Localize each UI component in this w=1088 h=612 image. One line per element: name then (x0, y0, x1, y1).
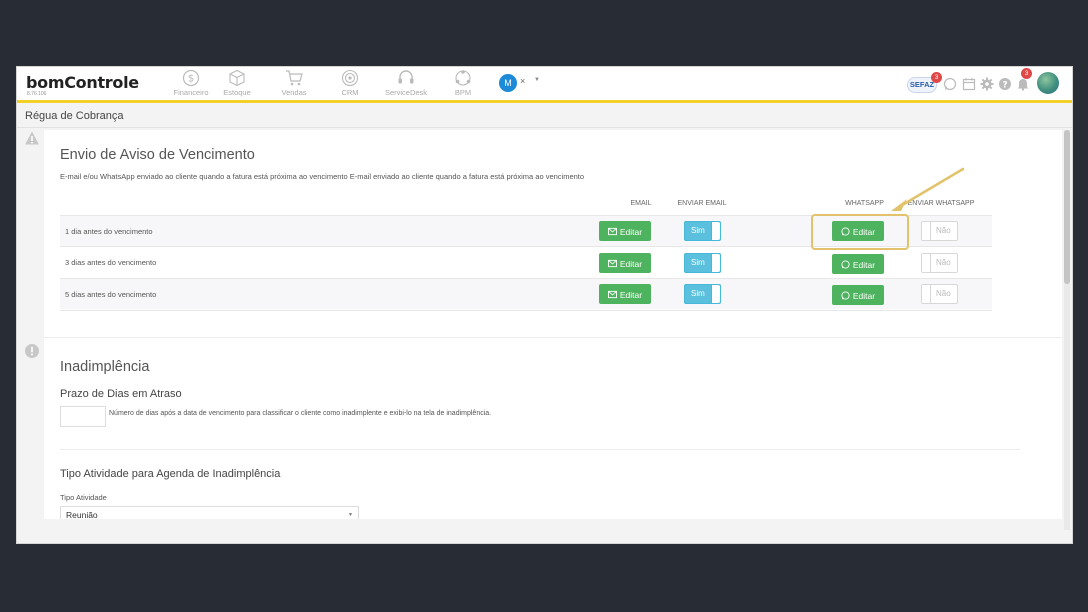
subsection-divider (60, 449, 1020, 450)
nav-estoque[interactable]: Estoque (207, 69, 267, 97)
enviar-whatsapp-toggle[interactable]: Não (921, 253, 958, 273)
page-header: Régua de Cobrança (17, 106, 1072, 128)
col-header-email: EMAIL (630, 200, 652, 207)
workflow-icon (455, 70, 471, 86)
app-version: 8.76.106 (27, 91, 47, 97)
app-logo[interactable]: bomControle (26, 73, 139, 92)
nav-servicedesk[interactable]: ServiceDesk (376, 69, 436, 97)
nav-vendas[interactable]: Vendas (264, 69, 324, 97)
chevron-down-icon: ▼ (348, 512, 353, 518)
box-icon (229, 69, 245, 87)
nav-crm[interactable]: CRM (320, 69, 380, 97)
bell-icon[interactable] (1016, 77, 1030, 91)
company-avatar[interactable]: M (499, 74, 517, 92)
tipo-atividade-label: Tipo Atividade (60, 493, 107, 502)
enviar-email-toggle[interactable]: Sim (684, 253, 721, 273)
headset-icon (398, 70, 414, 84)
cart-icon (286, 70, 303, 86)
row-label: 1 dia antes do vencimento (65, 227, 153, 236)
col-header-whatsapp: WHATSAPP (845, 200, 884, 207)
edit-whatsapp-button[interactable]: Editar (832, 285, 884, 305)
edit-email-button[interactable]: Editar (599, 221, 651, 241)
envelope-icon (607, 291, 617, 299)
prazo-dias-input[interactable] (60, 406, 106, 427)
edit-email-button[interactable]: Editar (599, 253, 651, 273)
enviar-whatsapp-toggle[interactable]: Não (921, 221, 958, 241)
whatsapp-icon[interactable] (943, 77, 957, 91)
section-divider (44, 337, 1062, 338)
target-icon (341, 69, 359, 87)
notifications-badge: 3 (1021, 68, 1032, 79)
scrollbar-thumb[interactable] (1064, 130, 1070, 284)
table-bottom-border (60, 310, 992, 311)
annotation-arrow-icon (891, 167, 965, 211)
whatsapp-highlight-box (811, 214, 909, 250)
inadimplencia-section-title: Inadimplência (60, 359, 150, 375)
tipo-atividade-title: Tipo Atividade para Agenda de Inadimplên… (60, 468, 281, 480)
whatsapp-icon (841, 260, 850, 269)
app-window: bomControle 8.76.106 $ Financeiro Estoqu… (16, 66, 1073, 544)
edit-email-button[interactable]: Editar (599, 284, 651, 304)
nav-label: Estoque (223, 88, 251, 97)
close-company-icon[interactable]: × (520, 76, 525, 86)
enviar-whatsapp-toggle[interactable]: Não (921, 284, 958, 304)
warning-icon (25, 131, 39, 145)
enviar-email-toggle[interactable]: Sim (684, 284, 721, 304)
sefaz-badge: 3 (931, 72, 942, 83)
svg-text:$: $ (188, 74, 194, 85)
prazo-title: Prazo de Dias em Atraso (60, 388, 182, 400)
nav-label: Vendas (281, 88, 307, 97)
aviso-description: E-mail e/ou WhatsApp enviado ao cliente … (60, 172, 585, 181)
nav-label: CRM (341, 88, 359, 97)
alert-circle-icon (25, 344, 39, 358)
calendar-icon[interactable] (962, 77, 976, 91)
envelope-icon (607, 228, 617, 236)
card-bottom-fade (44, 519, 1062, 543)
page-title: Régua de Cobrança (25, 110, 124, 122)
enviar-email-toggle[interactable]: Sim (684, 221, 721, 241)
col-header-enviar-email: ENVIAR EMAIL (677, 200, 727, 207)
edit-whatsapp-button[interactable]: Editar (832, 254, 884, 274)
svg-text:?: ? (1002, 80, 1007, 90)
nav-label: ServiceDesk (384, 88, 428, 97)
whatsapp-icon (841, 291, 850, 300)
chevron-down-icon[interactable]: ▼ (534, 77, 540, 83)
gear-icon[interactable] (980, 77, 994, 91)
row-label: 5 dias antes do vencimento (65, 290, 157, 299)
dollar-circle-icon: $ (182, 69, 200, 87)
help-icon[interactable]: ? (998, 77, 1012, 91)
nav-label: BPM (454, 88, 472, 97)
top-navbar: bomControle 8.76.106 $ Financeiro Estoqu… (17, 67, 1072, 103)
row-label: 3 dias antes do vencimento (65, 258, 157, 267)
user-avatar[interactable] (1037, 72, 1059, 94)
envelope-icon (607, 260, 617, 268)
nav-bpm[interactable]: BPM (433, 69, 493, 97)
aviso-section-title: Envio de Aviso de Vencimento (60, 147, 255, 163)
prazo-help-text: Número de dias após a data de vencimento… (109, 410, 492, 417)
